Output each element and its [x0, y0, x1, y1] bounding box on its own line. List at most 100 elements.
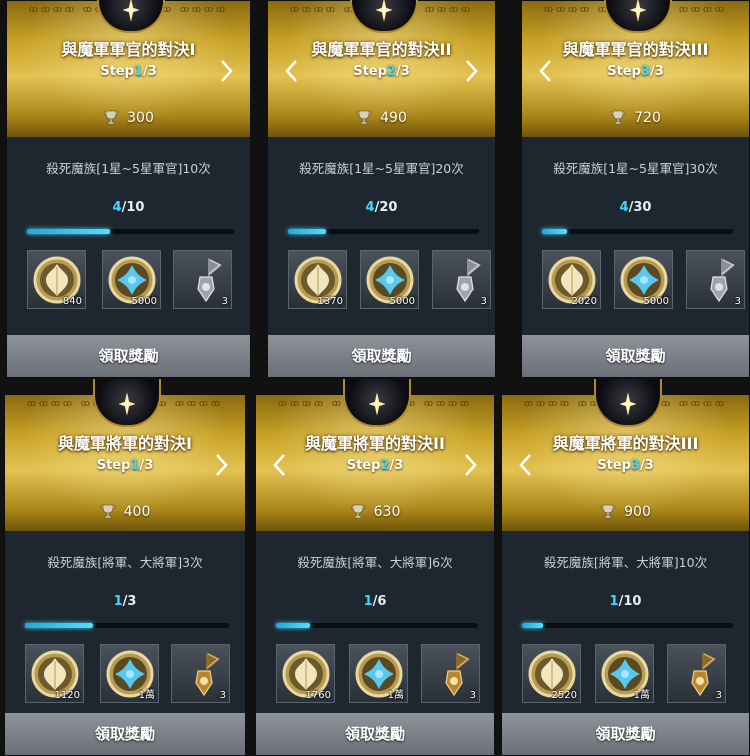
prev-step-arrow-icon[interactable]	[272, 453, 286, 477]
quest-title: 與魔軍軍官的對決I	[61, 40, 196, 59]
points-value: 490	[380, 110, 407, 126]
quest-points: 900	[502, 503, 749, 520]
step-indicator: Step2/3	[256, 458, 494, 473]
quest-title: 與魔軍將軍的對決II	[305, 434, 445, 453]
progress-total: /30	[628, 200, 652, 215]
prev-step-arrow-icon[interactable]	[284, 59, 298, 83]
progress-text: 1/10	[502, 594, 749, 609]
trophy-icon	[600, 504, 616, 519]
claim-reward-button[interactable]: 領取獎勵	[7, 335, 250, 377]
quest-card-2: ꝏꝏꝏꝏ ꝏꝏꝏꝏ ꝏꝏꝏꝏ ꝏꝏꝏꝏ 與魔軍軍官的對決II Step2/3 4…	[267, 0, 496, 378]
reward-item[interactable]: 1萬	[595, 644, 654, 703]
step-prefix: Step	[597, 458, 631, 473]
points-value: 900	[624, 504, 651, 520]
reward-count: 3	[480, 296, 487, 307]
reward-item[interactable]: 1萬	[349, 644, 408, 703]
progress-bar	[27, 229, 234, 234]
reward-item[interactable]: 3	[421, 644, 480, 703]
step-prefix: Step	[346, 458, 381, 473]
step-indicator: Step2/3	[268, 64, 495, 79]
quest-title: 與魔軍軍官的對決II	[311, 40, 452, 59]
progress-text: 1/3	[5, 594, 245, 609]
claim-reward-button[interactable]: 領取獎勵	[522, 335, 749, 377]
progress-current: 1	[363, 594, 373, 609]
trophy-icon	[350, 504, 365, 519]
reward-count: 1萬	[138, 690, 155, 701]
step-prefix: Step	[353, 64, 387, 79]
reward-item[interactable]: 2020	[542, 250, 601, 309]
step-indicator: Step3/3	[522, 64, 749, 79]
trophy-icon	[100, 504, 115, 519]
step-total: /3	[395, 64, 410, 79]
step-current: 2	[386, 64, 396, 79]
next-step-arrow-icon[interactable]	[464, 453, 478, 477]
reward-item[interactable]: 1760	[276, 644, 335, 703]
quest-points: 490	[268, 109, 495, 126]
progress-current: 4	[619, 200, 629, 215]
trophy-icon	[103, 110, 119, 125]
task-description: 殺死魔族[1星~5星軍官]20次	[299, 161, 464, 176]
claim-reward-button[interactable]: 領取獎勵	[502, 713, 749, 755]
claim-reward-button[interactable]: 領取獎勵	[5, 713, 245, 755]
reward-item[interactable]: 3	[686, 250, 745, 309]
quest-title: 與魔軍軍官的對決III	[562, 40, 709, 59]
task-description: 殺死魔族[1星~5星軍官]10次	[46, 161, 211, 176]
points-value: 400	[123, 504, 151, 520]
progress-current: 4	[365, 200, 375, 215]
step-prefix: Step	[607, 64, 641, 79]
reward-item[interactable]: 5000	[360, 250, 419, 309]
progress-bar	[542, 229, 733, 234]
reward-count: 1370	[317, 296, 343, 307]
reward-count: 3	[734, 296, 741, 307]
step-prefix: Step	[100, 64, 134, 79]
quest-card-3: ꝏꝏꝏꝏ ꝏꝏꝏꝏ ꝏꝏꝏꝏ ꝏꝏꝏꝏ 與魔軍軍官的對決III Step3/3 …	[521, 0, 750, 378]
progress-text: 4/10	[7, 200, 250, 215]
reward-count: 3	[221, 296, 228, 307]
step-total: /3	[139, 458, 154, 473]
reward-count: 5000	[131, 296, 157, 307]
progress-bar	[522, 623, 733, 628]
reward-item[interactable]: 840	[27, 250, 86, 309]
progress-text: 4/20	[268, 200, 495, 215]
points-value: 630	[373, 504, 401, 520]
reward-item[interactable]: 3	[667, 644, 726, 703]
progress-current: 1	[113, 594, 123, 609]
step-indicator: Step3/3	[502, 458, 749, 473]
progress-bar-fill	[288, 229, 327, 234]
reward-item[interactable]: 1萬	[100, 644, 159, 703]
next-step-arrow-icon[interactable]	[215, 453, 229, 477]
step-total: /3	[142, 64, 157, 79]
reward-count: 5000	[643, 296, 669, 307]
reward-item[interactable]: 1370	[288, 250, 347, 309]
progress-bar	[276, 623, 478, 628]
next-step-arrow-icon[interactable]	[220, 59, 234, 83]
reward-count: 1760	[305, 690, 331, 701]
claim-reward-button[interactable]: 領取獎勵	[268, 335, 495, 377]
reward-item[interactable]: 3	[173, 250, 232, 309]
progress-total: /20	[374, 200, 398, 215]
task-description: 殺死魔族[1星~5星軍官]30次	[553, 161, 718, 176]
step-total: /3	[639, 458, 654, 473]
reward-item[interactable]: 5000	[102, 250, 161, 309]
reward-count: 1萬	[387, 690, 404, 701]
claim-reward-button[interactable]: 領取獎勵	[256, 713, 494, 755]
reward-item[interactable]: 3	[171, 644, 230, 703]
reward-item[interactable]: 1120	[25, 644, 84, 703]
prev-step-arrow-icon[interactable]	[538, 59, 552, 83]
reward-count: 5000	[389, 296, 415, 307]
step-prefix: Step	[96, 458, 131, 473]
quest-card-5: ꝏꝏꝏꝏ ꝏꝏꝏꝏ ꝏꝏꝏꝏ ꝏꝏꝏꝏ 與魔軍將軍的對決II Step2/3 6…	[255, 379, 495, 756]
progress-current: 1	[609, 594, 619, 609]
reward-item[interactable]: 5000	[614, 250, 673, 309]
quest-card-6: ꝏꝏꝏꝏ ꝏꝏꝏꝏ ꝏꝏꝏꝏ ꝏꝏꝏꝏ 與魔軍將軍的對決III Step3/3 …	[501, 379, 750, 756]
progress-bar-fill	[522, 623, 544, 628]
reward-item[interactable]: 2520	[522, 644, 581, 703]
points-value: 300	[127, 110, 154, 126]
reward-count: 1萬	[633, 690, 650, 701]
reward-count: 3	[469, 690, 476, 701]
reward-item[interactable]: 3	[432, 250, 491, 309]
next-step-arrow-icon[interactable]	[465, 59, 479, 83]
reward-count: 2520	[551, 690, 577, 701]
prev-step-arrow-icon[interactable]	[518, 453, 532, 477]
trophy-icon	[356, 110, 372, 125]
